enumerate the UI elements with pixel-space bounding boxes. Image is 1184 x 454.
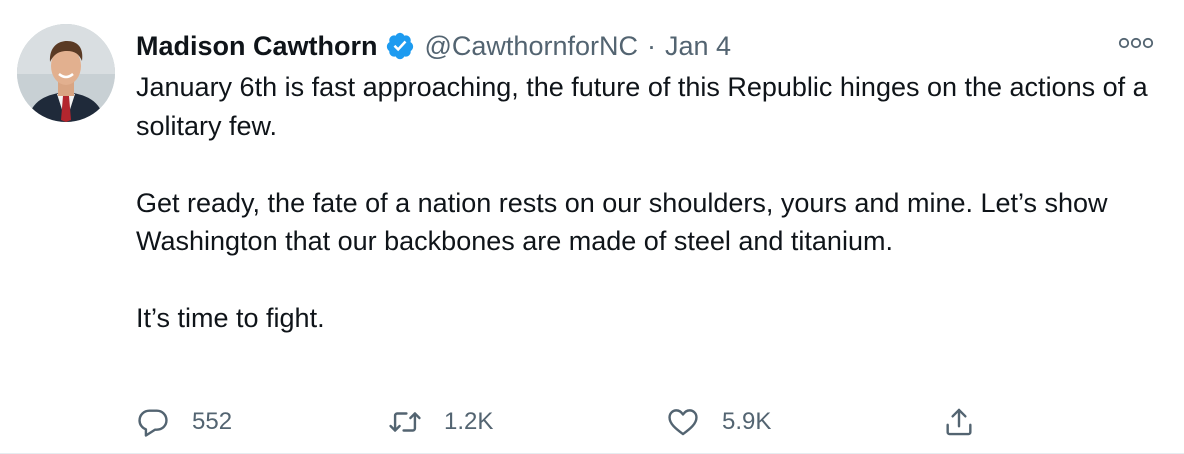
- tweet-paragraph: Get ready, the fate of a nation rests on…: [136, 187, 1108, 257]
- reply-icon: [138, 409, 168, 437]
- like-count: 5.9K: [722, 408, 772, 435]
- retweet-icon: [389, 412, 421, 432]
- tweet-header: Madison Cawthorn @CawthornforNC · Jan 4: [136, 26, 731, 66]
- more-options-icon[interactable]: [1118, 36, 1154, 50]
- tweet-text: January 6th is fast approaching, the fut…: [136, 68, 1156, 338]
- reply-button[interactable]: 552: [136, 402, 232, 442]
- tweet-card[interactable]: Madison Cawthorn @CawthornforNC · Jan 4 …: [0, 0, 1184, 454]
- author-handle[interactable]: @CawthornforNC: [425, 31, 638, 62]
- retweet-button[interactable]: 1.2K: [388, 402, 493, 442]
- author-display-name[interactable]: Madison Cawthorn: [136, 31, 378, 62]
- tweet-date[interactable]: Jan 4: [665, 31, 731, 62]
- like-button[interactable]: 5.9K: [666, 402, 771, 442]
- retweet-count: 1.2K: [444, 408, 494, 435]
- share-button[interactable]: [942, 402, 976, 442]
- heart-icon: [668, 409, 698, 436]
- separator-dot: ·: [646, 30, 656, 61]
- share-icon: [946, 408, 972, 436]
- tweet-paragraph: It’s time to fight.: [136, 303, 325, 333]
- avatar-photo-icon: [17, 24, 115, 122]
- verified-badge-icon: [385, 31, 415, 61]
- reply-count: 552: [192, 408, 233, 435]
- action-bar: 552 1.2K 5.9K: [136, 402, 996, 442]
- tweet-paragraph: January 6th is fast approaching, the fut…: [136, 72, 1148, 141]
- avatar[interactable]: [17, 24, 115, 122]
